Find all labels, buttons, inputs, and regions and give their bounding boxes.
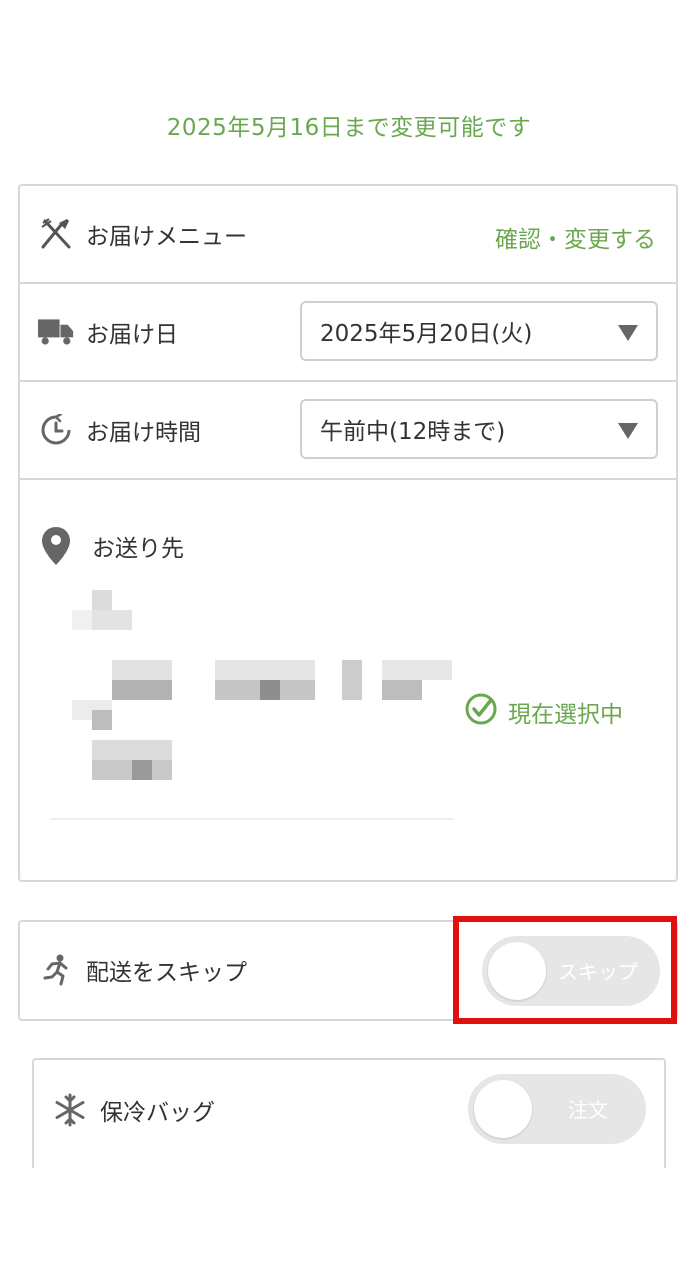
chevron-down-icon xyxy=(618,325,638,341)
delivery-menu-row: お届けメニュー 確認・変更する xyxy=(20,186,676,284)
truck-icon xyxy=(38,314,74,350)
delivery-time-select[interactable]: 午前中(12時まで) xyxy=(300,399,658,459)
change-deadline-text: 2025年5月16日まで変更可能です xyxy=(166,115,532,141)
check-circle-icon xyxy=(464,692,498,732)
skip-delivery-label: 配送をスキップ xyxy=(86,960,247,986)
delivery-settings-card: お届けメニュー 確認・変更する お届け日 2025年5月20日(火) お届け時間… xyxy=(18,184,678,882)
toggle-knob xyxy=(474,1080,532,1138)
clock-icon xyxy=(38,412,74,448)
delivery-date-row: お届け日 2025年5月20日(火) xyxy=(20,284,676,382)
cool-bag-label: 保冷バッグ xyxy=(100,1100,215,1126)
delivery-time-label: お届け時間 xyxy=(86,420,201,446)
snowflake-icon xyxy=(52,1092,88,1128)
cool-bag-order-toggle[interactable]: 注文 xyxy=(468,1074,646,1144)
delivery-date-label: お届け日 xyxy=(86,322,178,348)
delivery-address-label: お送り先 xyxy=(92,536,184,562)
confirm-change-menu-link[interactable]: 確認・変更する xyxy=(495,220,656,254)
red-highlight-box xyxy=(453,916,677,1024)
fork-knife-icon xyxy=(38,216,74,252)
currently-selected-label: 現在選択中 xyxy=(508,702,623,728)
cool-bag-card: 保冷バッグ 注文 xyxy=(32,1058,666,1168)
delivery-date-value: 2025年5月20日(火) xyxy=(320,321,533,347)
cool-bag-toggle-label: 注文 xyxy=(568,1098,608,1122)
blurred-address-image xyxy=(50,590,460,830)
delivery-menu-label: お届けメニュー xyxy=(86,224,247,250)
chevron-down-icon xyxy=(618,423,638,439)
currently-selected-indicator: 現在選択中 xyxy=(464,692,623,732)
delivery-date-select[interactable]: 2025年5月20日(火) xyxy=(300,301,658,361)
delivery-time-row: お届け時間 午前中(12時まで) xyxy=(20,382,676,480)
running-person-icon xyxy=(38,952,74,988)
location-pin-icon xyxy=(38,527,74,565)
delivery-time-value: 午前中(12時まで) xyxy=(320,419,506,445)
